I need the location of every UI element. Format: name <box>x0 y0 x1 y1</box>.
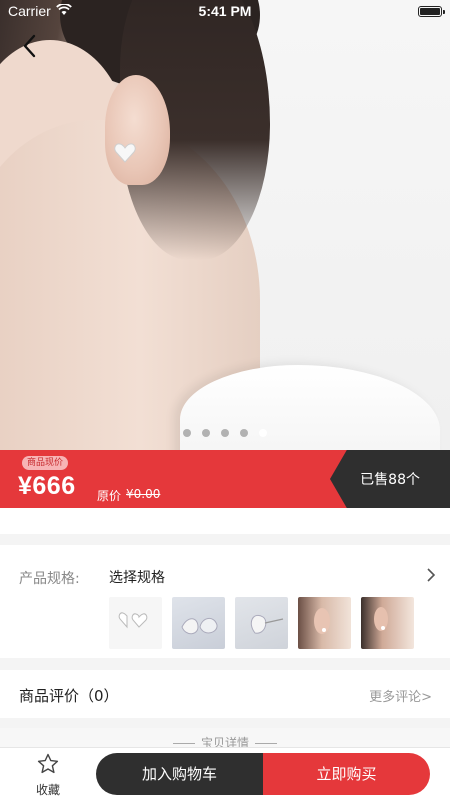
heart-earring-icon <box>114 143 136 163</box>
reviews-section: 商品评价（0） 更多评论> <box>0 670 450 718</box>
carousel-dot[interactable] <box>183 429 191 437</box>
current-price: ¥666 <box>18 472 76 500</box>
back-arrow-icon[interactable] <box>14 30 46 62</box>
carousel-dot[interactable] <box>221 429 229 437</box>
spec-value[interactable]: 选择规格 <box>109 567 165 587</box>
divider-right <box>255 743 277 744</box>
spec-thumbnails <box>109 597 414 649</box>
bottom-action-bar: 收藏 加入购物车 立即购买 <box>0 747 450 800</box>
add-to-cart-button[interactable]: 加入购物车 <box>96 753 263 795</box>
thumbnail-earring-single[interactable] <box>235 597 288 649</box>
price-banner: 商品现价 ¥666 原价 ¥0.00 已售88个 <box>0 450 450 508</box>
original-price-label: 原价 <box>97 489 122 503</box>
original-price: ¥0.00 <box>126 487 161 501</box>
thumbnail-earring-angle[interactable] <box>172 597 225 649</box>
thumbnail-ear-model-1[interactable] <box>298 597 351 649</box>
spec-label: 产品规格: <box>19 571 80 587</box>
chevron-right-icon[interactable] <box>426 567 436 583</box>
carousel-indicator[interactable] <box>183 429 267 437</box>
clock: 5:41 PM <box>198 3 252 19</box>
carousel-dot[interactable] <box>202 429 210 437</box>
hero-ear <box>105 75 170 185</box>
carousel-dot[interactable] <box>240 429 248 437</box>
thumbnail-earring-pair[interactable] <box>109 597 162 649</box>
star-icon <box>37 753 59 774</box>
sold-count: 已售88个 <box>360 472 420 488</box>
favorite-button[interactable]: 收藏 <box>26 752 70 798</box>
product-detail-screen: Carrier 5:41 PM 商品现价 ¥666 原价 ¥0.00 已售88个… <box>0 0 450 800</box>
spec-selector[interactable]: 产品规格: 选择规格 <box>0 545 450 658</box>
battery-icon <box>418 6 445 17</box>
product-image-carousel[interactable] <box>0 0 450 450</box>
buy-now-button[interactable]: 立即购买 <box>263 753 430 795</box>
title-area <box>0 508 450 534</box>
thumbnail-ear-model-2[interactable] <box>361 597 414 649</box>
more-reviews-link[interactable]: 更多评论> <box>369 686 432 705</box>
current-price-tag: 商品现价 <box>22 456 69 470</box>
status-bar: Carrier 5:41 PM <box>0 0 450 24</box>
favorite-label: 收藏 <box>35 783 60 797</box>
reviews-title: 商品评价（0） <box>19 687 119 705</box>
carousel-dot[interactable] <box>259 429 267 437</box>
divider-left <box>172 743 195 744</box>
